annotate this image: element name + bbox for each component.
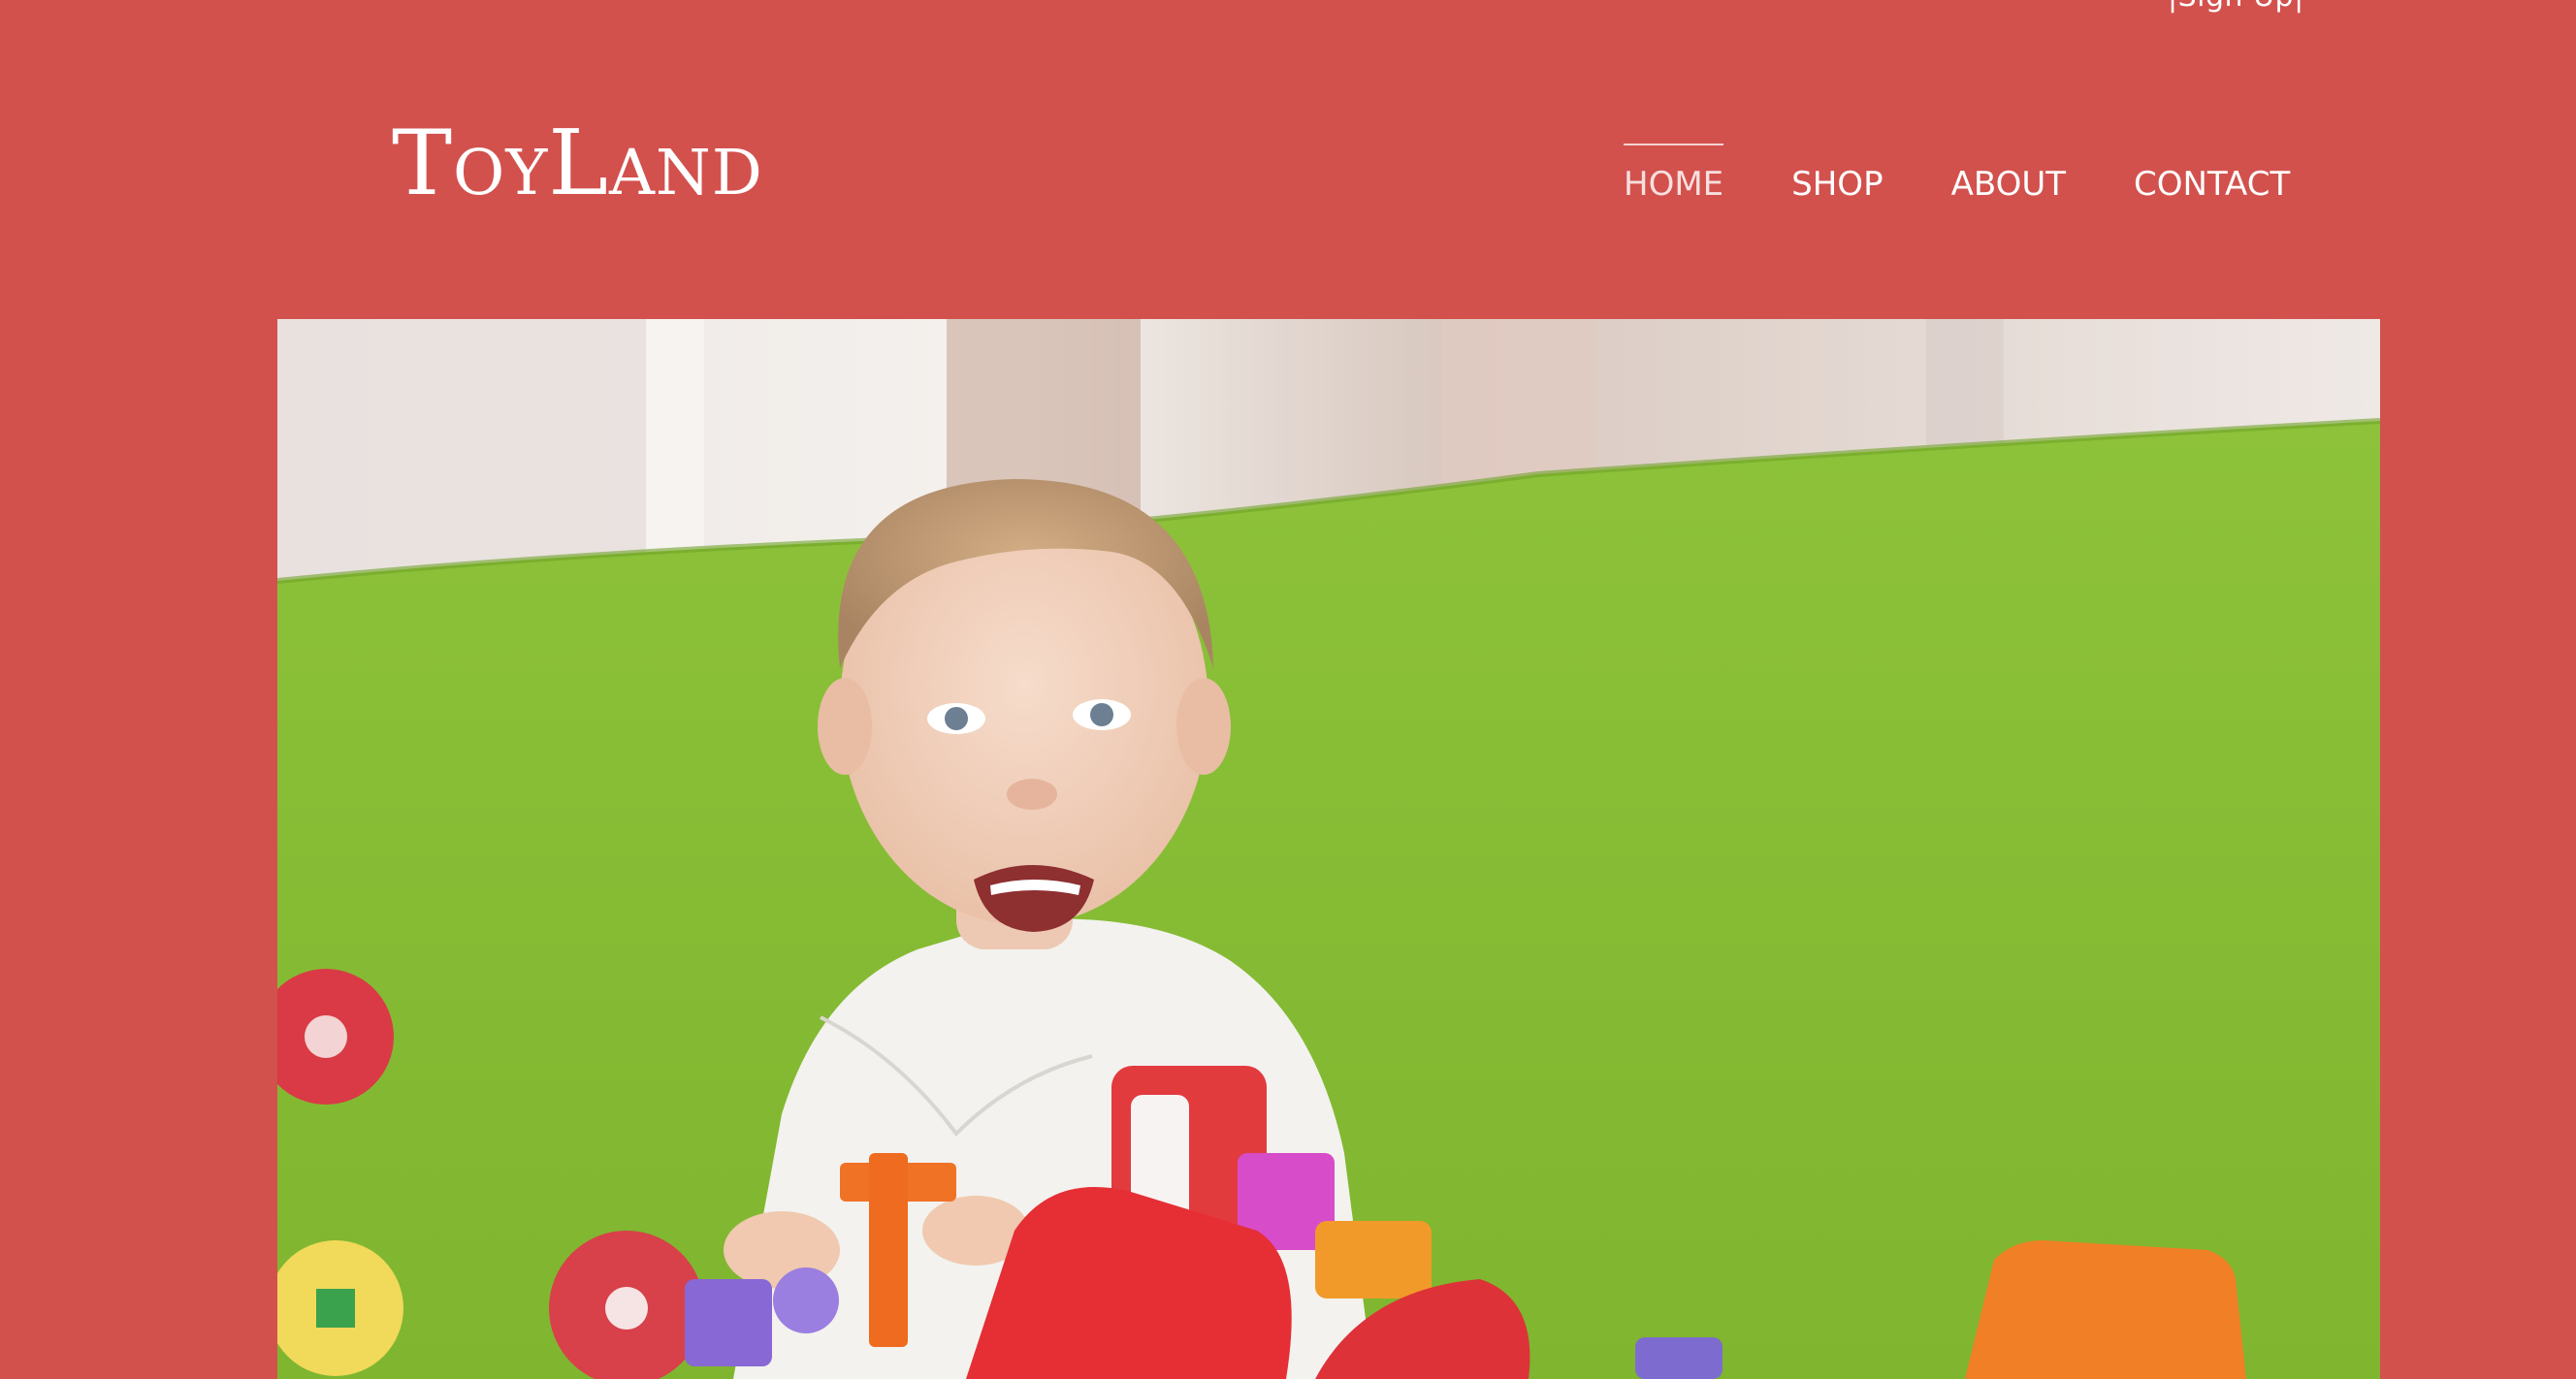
nav-home[interactable]: HOME (1624, 144, 1724, 204)
nav-contact[interactable]: CONTACT (2134, 144, 2290, 204)
hero-photo-illustration (277, 319, 2380, 1379)
signup-link[interactable]: |Sign Up| (2168, 0, 2304, 12)
hero-image (277, 319, 2380, 1379)
site-logo[interactable]: ToyLand (392, 111, 763, 215)
nav-about[interactable]: ABOUT (1951, 144, 2066, 204)
main-nav: HOME SHOP ABOUT CONTACT (1624, 144, 2290, 204)
nav-shop[interactable]: SHOP (1791, 144, 1883, 204)
